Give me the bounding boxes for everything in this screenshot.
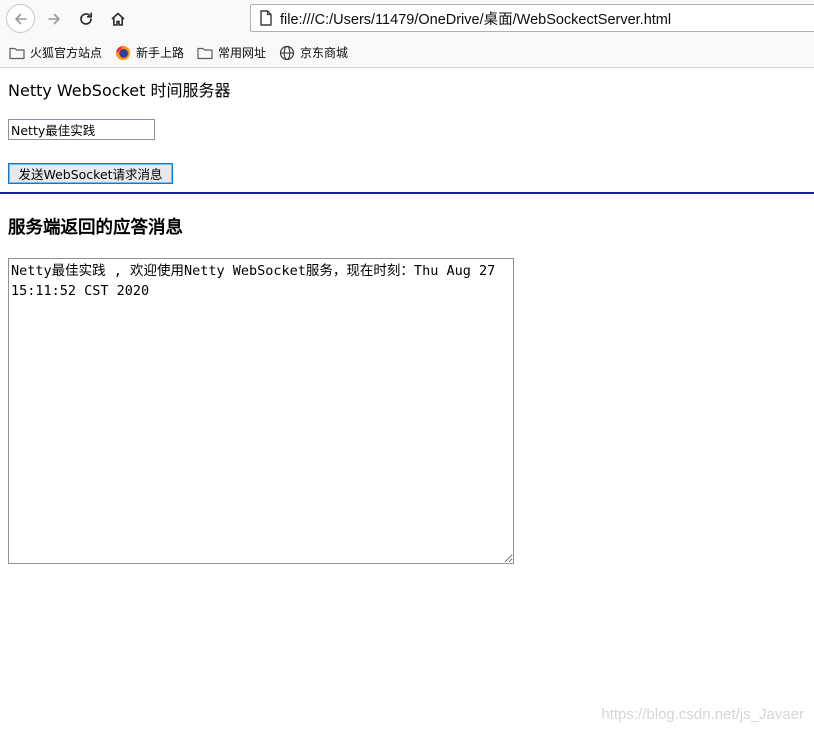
bookmark-jd-mall[interactable]: 京东商城 [275, 42, 352, 64]
browser-toolbar [0, 0, 814, 38]
response-textarea[interactable]: Netty最佳实践 , 欢迎使用Netty WebSocket服务，现在时刻：T… [8, 258, 514, 564]
response-heading: 服务端返回的应答消息 [8, 218, 183, 238]
page-icon [258, 10, 274, 26]
bookmark-label: 常用网址 [218, 46, 267, 60]
arrow-left-icon [14, 13, 27, 24]
watermark: https://blog.csdn.net/js_Javaer [601, 706, 804, 723]
folder-icon [197, 45, 213, 61]
home-button[interactable] [104, 5, 132, 33]
bookmark-common-sites[interactable]: 常用网址 [193, 42, 270, 64]
arrow-right-icon [48, 13, 60, 25]
reload-icon [80, 12, 93, 25]
bookmark-getting-started[interactable]: 新手上路 [111, 42, 188, 64]
url-input[interactable] [280, 10, 800, 26]
divider [0, 192, 814, 194]
globe-icon [279, 45, 295, 61]
bookmark-label: 京东商城 [300, 46, 349, 60]
message-input[interactable] [8, 119, 155, 140]
url-bar[interactable] [250, 4, 814, 32]
send-websocket-button[interactable]: 发送WebSocket请求消息 [8, 163, 173, 184]
bookmarks-bar: 火狐官方站点 新手上路 常用网址 京东商城 [0, 38, 814, 68]
home-icon [111, 12, 125, 26]
bookmark-label: 火狐官方站点 [30, 46, 103, 60]
forward-button[interactable] [40, 5, 68, 33]
reload-button[interactable] [72, 5, 100, 33]
back-button[interactable] [6, 4, 35, 33]
bookmark-label: 新手上路 [136, 46, 185, 60]
bookmark-firefox-official[interactable]: 火狐官方站点 [5, 42, 106, 64]
page-title: Netty WebSocket 时间服务器 [8, 81, 231, 100]
page-content: Netty WebSocket 时间服务器 发送WebSocket请求消息 服务… [0, 68, 814, 732]
firefox-icon [115, 45, 131, 61]
folder-icon [9, 45, 25, 61]
